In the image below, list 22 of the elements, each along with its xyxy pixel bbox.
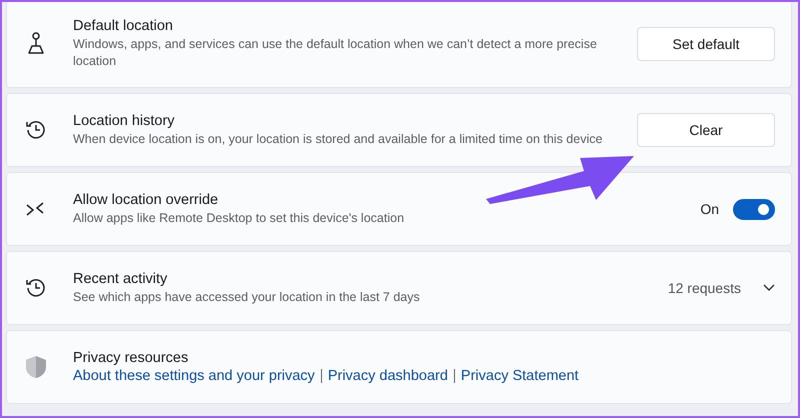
setting-description: Windows, apps, and services can use the default location when we can’t detect a more precise location: [73, 36, 598, 70]
chevron-icon[interactable]: [763, 284, 775, 292]
setting-description: See which apps have accessed your location in the last 7 days: [73, 288, 421, 306]
history-icon: [25, 119, 47, 141]
action-button[interactable]: Clear: [637, 113, 775, 147]
setting-title: Allow location override: [73, 192, 220, 208]
arrows-inward-icon: [25, 201, 45, 217]
toggle-switch[interactable]: [733, 198, 775, 220]
action-button[interactable]: Set default: [637, 27, 775, 61]
setting-title: Privacy resources: [73, 350, 190, 366]
setting-title: Default location: [73, 18, 174, 34]
privacy-link[interactable]: About these settings and your privacy: [73, 368, 315, 384]
setting-description: Allow apps like Remote Desktop to set this device's location: [73, 210, 406, 226]
shield-icon: [25, 355, 47, 379]
privacy-link[interactable]: Privacy Statement: [460, 368, 579, 384]
privacy-link[interactable]: Privacy dashboard: [328, 368, 448, 384]
toggle-state: On: [700, 201, 719, 217]
setting-description: When device location is on, your location is stored and available for a limited time on this device: [73, 130, 603, 148]
setting-title: Location history: [73, 112, 176, 128]
setting-title: Recent activity: [73, 270, 168, 286]
request-count: 12 requests: [668, 280, 741, 296]
history-icon: [25, 277, 47, 299]
